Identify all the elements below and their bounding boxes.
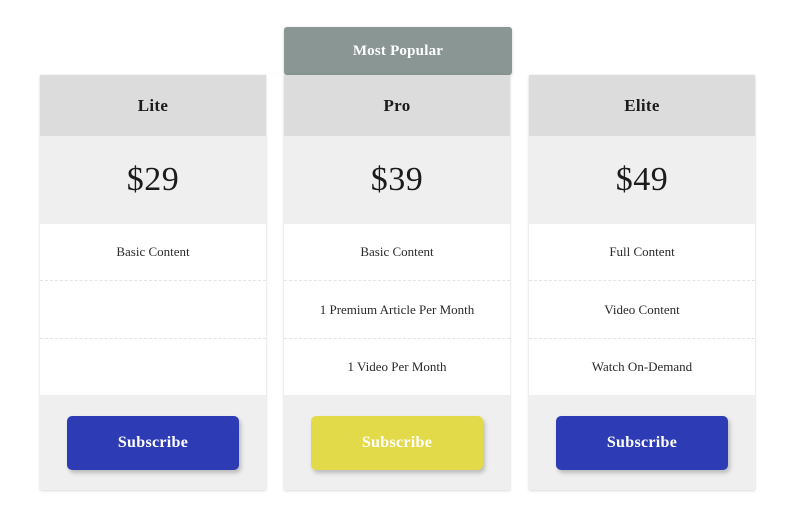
feature-row: 1 Premium Article Per Month (284, 281, 510, 339)
plan-name-lite: Lite (137, 95, 169, 115)
plan-price-lite: $29 (126, 161, 180, 198)
feature-row: Basic Content (40, 224, 266, 282)
feature-row: 1 Video Per Month (284, 339, 510, 395)
plan-header-lite: Lite (40, 75, 266, 136)
plan-name-pro: Pro (383, 95, 411, 115)
plan-price-band-pro: $39 (284, 136, 510, 224)
plan-name-elite: Elite (624, 95, 660, 115)
feature-text: 1 Premium Article Per Month (319, 301, 475, 317)
most-popular-banner-label: Most Popular (352, 42, 444, 59)
plan-features-pro: Basic Content 1 Premium Article Per Mont… (284, 224, 510, 395)
feature-row: Basic Content (284, 224, 510, 282)
feature-text: Full Content (609, 244, 675, 260)
feature-row: Full Content (529, 224, 755, 282)
subscribe-button-lite[interactable]: Subscribe (67, 415, 239, 470)
plan-card-pro[interactable]: Pro $39 Basic Content 1 Premium Article … (284, 75, 510, 490)
feature-row (40, 339, 266, 395)
plan-card-lite[interactable]: Lite $29 Basic Content Subscribe (40, 75, 266, 490)
feature-text: Basic Content (116, 244, 190, 260)
plan-price-elite: $49 (615, 161, 669, 198)
plan-card-elite[interactable]: Elite $49 Full Content Video Content Wat… (529, 75, 755, 490)
plan-price-pro: $39 (370, 161, 424, 198)
feature-row (40, 281, 266, 339)
plan-header-pro: Pro (284, 75, 510, 136)
plan-price-band-lite: $29 (40, 136, 266, 224)
pricing-table: Most Popular Lite $29 Basic Content Subs… (0, 0, 800, 510)
subscribe-button-pro[interactable]: Subscribe (311, 415, 483, 470)
plan-footer-elite: Subscribe (529, 395, 755, 490)
plan-header-elite: Elite (529, 75, 755, 136)
feature-text: Basic Content (360, 244, 434, 260)
plan-features-elite: Full Content Video Content Watch On-Dema… (529, 224, 755, 395)
most-popular-banner: Most Popular (284, 27, 512, 75)
plan-footer-pro: Subscribe (284, 395, 510, 490)
feature-text: 1 Video Per Month (347, 359, 447, 375)
plan-features-lite: Basic Content (40, 224, 266, 395)
subscribe-button-elite[interactable]: Subscribe (556, 415, 728, 470)
plan-price-band-elite: $49 (529, 136, 755, 224)
plan-footer-lite: Subscribe (40, 395, 266, 490)
feature-row: Video Content (529, 281, 755, 339)
feature-text: Video Content (604, 301, 680, 317)
feature-row: Watch On-Demand (529, 339, 755, 395)
feature-text: Watch On-Demand (591, 359, 693, 375)
